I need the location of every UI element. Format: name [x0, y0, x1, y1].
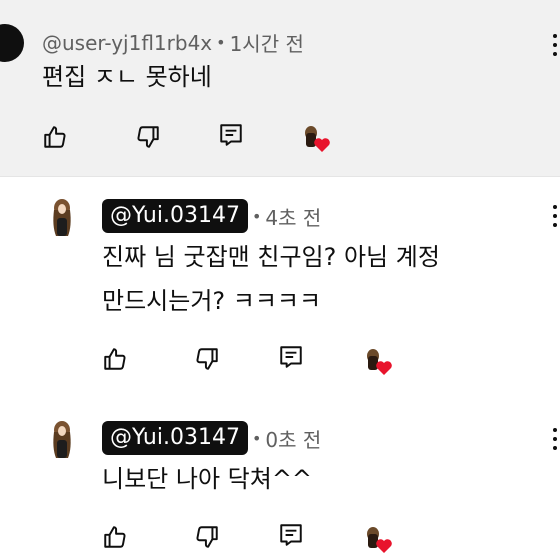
dislike-button[interactable] [192, 522, 222, 552]
comment-author-handle[interactable]: @Yui.03147 [102, 199, 248, 233]
meta-separator: • [251, 428, 262, 448]
creator-heart-icon [300, 123, 330, 153]
like-button[interactable] [100, 522, 130, 552]
avatar[interactable] [48, 420, 76, 460]
comment-text: 편집 ㅈㄴ 못하네 [42, 63, 212, 91]
comment-author-handle[interactable]: @Yui.03147 [102, 421, 248, 455]
thumbs-up-icon [104, 526, 126, 548]
creator-heart-icon [362, 346, 392, 376]
comment-divider [0, 176, 560, 177]
avatar[interactable] [48, 198, 76, 238]
comment-meta: @Yui.03147 • 4초 전 [102, 199, 321, 233]
reply-button[interactable] [216, 120, 246, 150]
comment-timestamp: 1시간 전 [229, 32, 304, 56]
reply-comment-icon [280, 346, 302, 368]
reply-comment-icon [220, 124, 242, 146]
more-vertical-icon[interactable] [552, 34, 558, 56]
thumbs-down-icon [137, 126, 159, 148]
meta-separator: • [216, 33, 226, 52]
comment-timestamp: 0초 전 [265, 427, 322, 452]
comment-text-line: 진짜 님 굿잡맨 친구임? 아님 계정 [102, 243, 440, 271]
thumbs-down-icon [196, 348, 218, 370]
thumbs-down-icon [196, 526, 218, 548]
dislike-button[interactable] [192, 344, 222, 374]
comment-text-line: 만드시는거? ㅋㅋㅋㅋ [102, 287, 322, 315]
comment-author-handle[interactable]: @user-yj1fl1rb4x [42, 31, 212, 55]
reply-button[interactable] [276, 520, 306, 550]
dislike-button[interactable] [133, 122, 163, 152]
comment-meta: @Yui.03147 • 0초 전 [102, 421, 321, 455]
reply-button[interactable] [276, 342, 306, 372]
thumbs-up-icon [104, 348, 126, 370]
more-vertical-icon[interactable] [552, 205, 558, 227]
meta-separator: • [251, 206, 262, 226]
creator-heart-icon [362, 524, 392, 554]
reply-comment-icon [280, 524, 302, 546]
more-vertical-icon[interactable] [552, 428, 558, 450]
like-button[interactable] [100, 344, 130, 374]
thumbs-up-icon [44, 126, 66, 148]
comment-timestamp: 4초 전 [265, 205, 322, 230]
like-button[interactable] [40, 122, 70, 152]
comment-text-line: 니보단 나아 닥쳐^^ [102, 465, 313, 493]
